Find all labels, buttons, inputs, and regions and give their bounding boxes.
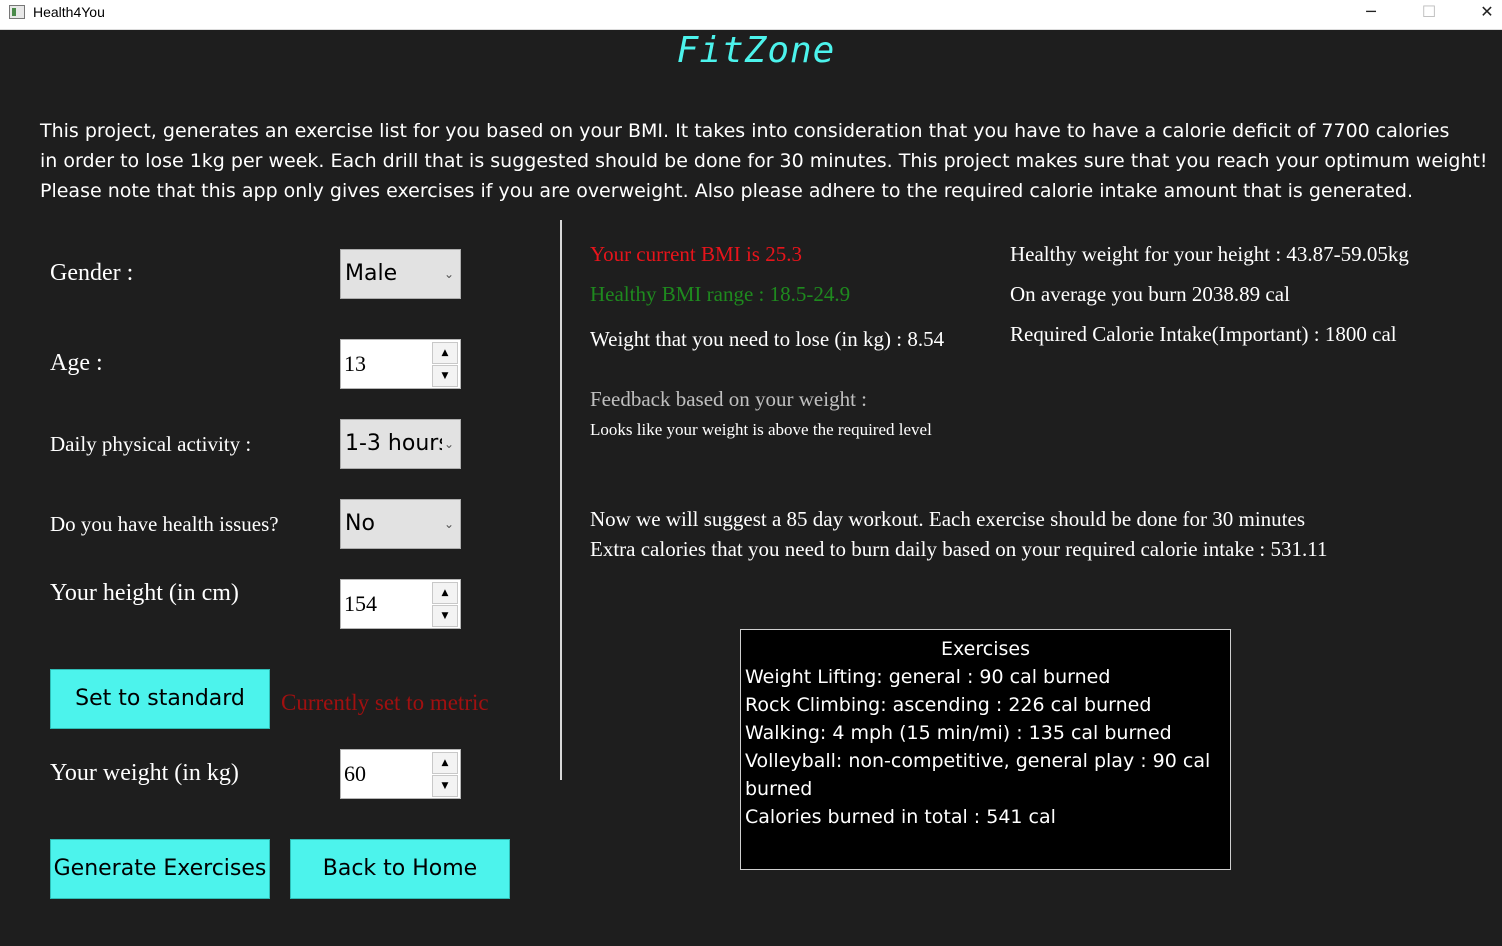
gender-value: Male: [345, 261, 398, 286]
decrement-arrow-icon[interactable]: ▼: [432, 605, 458, 627]
close-icon[interactable]: ✕: [1464, 0, 1502, 29]
height-label: Your height (in cm): [50, 580, 239, 606]
bmi-text: Your current BMI is 25.3: [590, 242, 802, 266]
exercise-line: Rock Climbing: ascending : 226 cal burne…: [745, 694, 1152, 716]
required-intake-text: Required Calorie Intake(Important) : 180…: [1010, 322, 1397, 346]
window-title: Health4You: [33, 4, 105, 20]
age-spinbox[interactable]: 13 ▲ ▼: [340, 339, 461, 389]
intro-line: in order to lose 1kg per week. Each dril…: [40, 150, 1488, 172]
bmi-range-text: Healthy BMI range : 18.5-24.9: [590, 282, 851, 306]
gender-select[interactable]: Male ⌄: [340, 249, 461, 299]
back-to-home-button[interactable]: Back to Home: [290, 839, 510, 899]
weight-spinbox[interactable]: 60 ▲ ▼: [340, 749, 461, 799]
intro-text: This project, generates an exercise list…: [40, 116, 1488, 206]
workout-plan-text: Now we will suggest a 85 day workout. Ea…: [590, 507, 1306, 531]
decrement-arrow-icon[interactable]: ▼: [432, 775, 458, 797]
maximize-icon[interactable]: ☐: [1406, 0, 1452, 29]
activity-select[interactable]: 1-3 hours ⌄: [340, 419, 461, 469]
exercises-title: Exercises: [941, 638, 1030, 660]
increment-arrow-icon[interactable]: ▲: [432, 752, 458, 774]
feedback-text: Looks like your weight is above the requ…: [590, 420, 932, 439]
exercise-total: Calories burned in total : 541 cal: [745, 806, 1056, 828]
weight-to-lose-text: Weight that you need to lose (in kg) : 8…: [590, 327, 945, 351]
extra-calories-text: Extra calories that you need to burn dai…: [590, 537, 1328, 561]
chevron-down-icon: ⌄: [441, 500, 454, 548]
feedback-heading: Feedback based on your weight :: [590, 387, 868, 411]
exercises-panel: Exercises Weight Lifting: general : 90 c…: [740, 629, 1231, 870]
height-value: 154: [344, 591, 377, 616]
vertical-divider: [560, 220, 562, 780]
app-icon: [9, 5, 25, 19]
generate-exercises-button[interactable]: Generate Exercises: [50, 839, 270, 899]
exercise-line: Weight Lifting: general : 90 cal burned: [745, 666, 1111, 688]
average-burn-text: On average you burn 2038.89 cal: [1010, 282, 1290, 306]
unit-status-text: Currently set to metric: [281, 690, 489, 715]
height-spinbox[interactable]: 154 ▲ ▼: [340, 579, 461, 629]
weight-value: 60: [344, 761, 366, 786]
exercise-line: Walking: 4 mph (15 min/mi) : 135 cal bur…: [745, 722, 1172, 744]
health-issues-select[interactable]: No ⌄: [340, 499, 461, 549]
increment-arrow-icon[interactable]: ▲: [432, 582, 458, 604]
exercise-line: burned: [745, 778, 813, 800]
gender-label: Gender :: [50, 260, 134, 286]
health-issues-label: Do you have health issues?: [50, 512, 279, 536]
healthy-weight-text: Healthy weight for your height : 43.87-5…: [1010, 242, 1409, 266]
health-issues-value: No: [345, 511, 375, 536]
minimize-icon[interactable]: ─: [1348, 0, 1394, 29]
activity-value: 1-3 hours: [345, 431, 450, 456]
app-title: FitZone: [676, 30, 836, 71]
intro-line: Please note that this app only gives exe…: [40, 180, 1414, 202]
decrement-arrow-icon[interactable]: ▼: [432, 365, 458, 387]
intro-line: This project, generates an exercise list…: [40, 120, 1450, 142]
window-titlebar: Health4You ─ ☐ ✕: [0, 0, 1502, 30]
increment-arrow-icon[interactable]: ▲: [432, 342, 458, 364]
age-label: Age :: [50, 350, 103, 376]
age-value: 13: [344, 351, 366, 376]
exercise-line: Volleyball: non-competitive, general pla…: [745, 750, 1211, 772]
weight-label: Your weight (in kg): [50, 760, 239, 786]
set-to-standard-button[interactable]: Set to standard: [50, 669, 270, 729]
chevron-down-icon: ⌄: [441, 250, 454, 298]
activity-label: Daily physical activity :: [50, 432, 252, 456]
chevron-down-icon: ⌄: [441, 420, 454, 468]
